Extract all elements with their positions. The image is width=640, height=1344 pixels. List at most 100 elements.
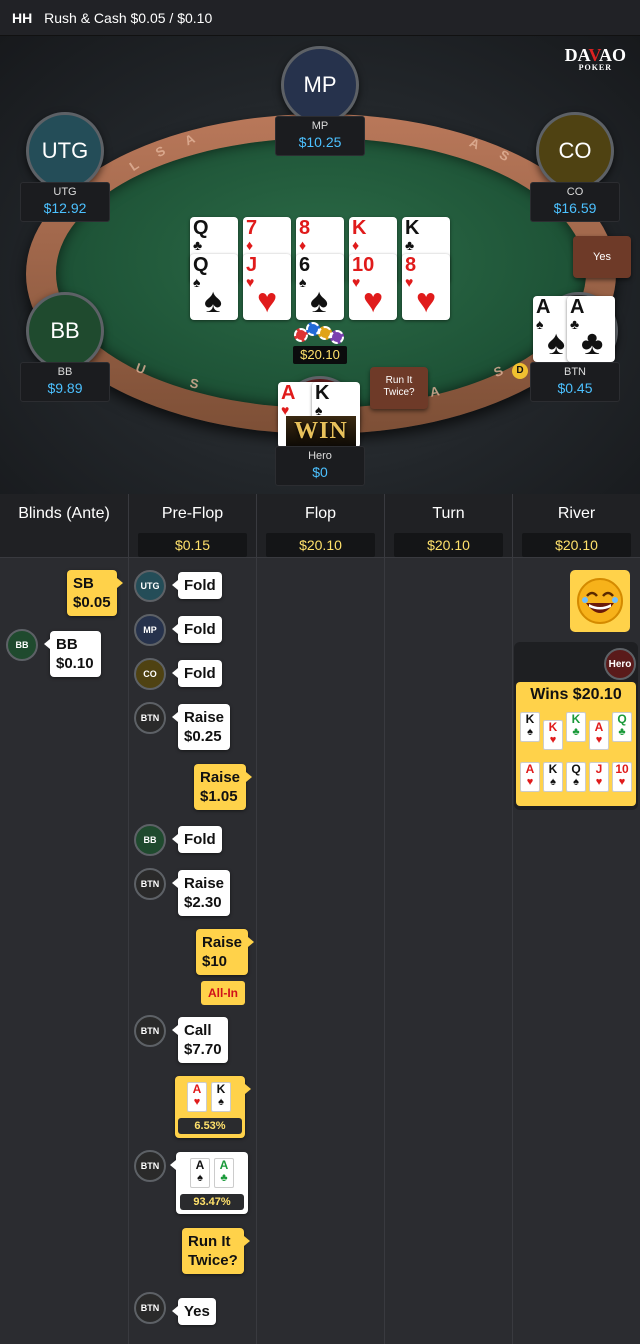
seat-name: CO <box>566 186 584 198</box>
seat-stack: $0.45 <box>557 380 593 396</box>
all-in-badge: All-In <box>201 981 245 1005</box>
mini-card: A ♠ <box>190 1158 210 1188</box>
mini-card: A ♥ <box>589 720 609 750</box>
mini-card: Q ♠ <box>566 762 586 792</box>
card-suit-icon: ♣ <box>405 237 415 253</box>
card-suit-icon: ♣ <box>570 316 580 332</box>
card-rank: 7 <box>246 217 258 239</box>
card-rank: Q <box>193 254 209 276</box>
card-suit-icon: ♣ <box>193 237 203 253</box>
seat-stack: $12.92 <box>43 200 87 216</box>
seat-mp-nameplate: MP $10.25 <box>275 116 365 156</box>
street-header: Blinds (Ante) <box>0 494 129 558</box>
laughing-emoji-icon <box>570 570 630 632</box>
win-summary: Wins $20.10 K ♠ K ♥ K ♣ A ♥ Q ♣ A ♥ K ♠ Q ♠ J ♥ 10 ♥ <box>516 682 636 806</box>
card-suit-icon: ♥ <box>281 402 290 418</box>
seat-name: MP <box>311 120 329 132</box>
seat-stack: $10.25 <box>298 134 342 150</box>
street-header: Flop $20.10 <box>257 494 385 558</box>
mini-card: J ♥ <box>589 762 609 792</box>
card-suit-icon: ♠ <box>315 402 323 418</box>
utg-badge: UTG <box>134 570 166 602</box>
mini-card: K ♠ <box>543 762 563 792</box>
card-rank: 8 <box>405 254 417 276</box>
bb-badge: BB <box>6 629 38 661</box>
street-title: Blinds (Ante) <box>18 505 110 522</box>
hand-history-label: HH <box>12 10 33 26</box>
seat-mp-avatar[interactable]: MP <box>281 46 359 124</box>
mini-card: 10 ♥ <box>612 762 632 792</box>
btn-badge: BTN <box>134 1292 166 1324</box>
seat-utg-nameplate: UTG $12.92 <box>20 182 110 222</box>
seat-btn-nameplate: BTN $0.45 <box>530 362 620 402</box>
btn-yes-bubble: Yes <box>172 1298 216 1325</box>
btn-badge: BTN <box>134 1015 166 1047</box>
run-it-twice-bubble: Run It Twice? <box>370 367 428 409</box>
yes-bubble: Yes <box>573 236 631 278</box>
card-rank: K <box>405 217 420 239</box>
card-suit-icon: ♠ <box>193 274 201 290</box>
btn-show-bubble: A ♠ A ♣ 93.47% <box>170 1152 248 1214</box>
hero-raise-bubble: Raise $10 <box>196 929 255 975</box>
river-result-panel: Hero Wins $20.10 K ♠ K ♥ K ♣ A ♥ Q ♣ A ♥ K ♠ Q ♠ J ♥ 10 ♥ <box>514 642 638 810</box>
hand-history-timeline: Blinds (Ante) Pre-Flop $0.15 Flop $20.10 Turn… <box>0 494 640 1344</box>
btn-card: A ♣ ♣ <box>567 296 615 362</box>
card-rank: 10 <box>352 254 375 276</box>
bb-fold-bubble: Fold <box>172 826 222 853</box>
street-title: Turn <box>432 505 465 522</box>
btn-call-bubble: Call $7.70 <box>172 1017 228 1063</box>
sb-post-bubble: SB $0.05 <box>67 570 123 616</box>
poker-table-view: A S L A S U S A S DAVAO POKER MP MP $10.… <box>0 36 640 494</box>
turn-column <box>385 558 513 1344</box>
wins-amount: Wins $20.10 <box>530 686 622 703</box>
street-header: Turn $20.10 <box>385 494 513 558</box>
btn-raise-bubble: Raise $0.25 <box>171 704 231 750</box>
street-title: Pre-Flop <box>161 505 224 522</box>
title-bar: HH Rush & Cash $0.05 / $0.10 <box>0 0 640 36</box>
card-suit-icon: ♣ <box>581 324 604 362</box>
mini-card: K ♠ <box>520 712 540 742</box>
card-rank: J <box>246 254 258 276</box>
seat-utg-avatar[interactable]: UTG <box>26 112 104 190</box>
card-suit-icon: ♥ <box>257 282 278 320</box>
street-pot: $20.10 <box>521 533 632 557</box>
seat-stack: $9.89 <box>47 380 83 396</box>
card-suit-icon: ♥ <box>416 282 437 320</box>
seat-name: UTG <box>53 186 77 198</box>
win-badge: WIN <box>286 416 356 446</box>
dealer-button: D <box>512 363 528 379</box>
card-rank: 6 <box>299 254 311 276</box>
co-badge: CO <box>134 658 166 690</box>
btn-badge: BTN <box>134 1150 166 1182</box>
bb-post-bubble: BB $0.10 <box>44 631 101 677</box>
mini-card: K ♠ <box>211 1082 231 1112</box>
card-suit-icon: ♦ <box>299 237 307 253</box>
card-suit-icon: ♦ <box>246 237 254 253</box>
pot-amount: $20.10 <box>293 346 347 364</box>
seat-name: BB <box>57 366 73 378</box>
btn-badge: BTN <box>134 868 166 900</box>
card-rank: 8 <box>299 217 311 239</box>
card-suit-icon: ♠ <box>536 316 544 332</box>
hero-show-bubble: A ♥ K ♠ 6.53% <box>175 1076 251 1138</box>
board-card: 10 ♥ ♥ <box>349 254 397 320</box>
board-card: Q ♠ ♠ <box>190 254 238 320</box>
utg-fold-bubble: Fold <box>172 572 222 599</box>
seat-stack: $16.59 <box>553 200 597 216</box>
card-suit-icon: ♥ <box>246 274 255 290</box>
mp-fold-bubble: Fold <box>172 616 222 643</box>
seat-name: BTN <box>564 366 586 378</box>
card-suit-icon: ♠ <box>299 274 307 290</box>
seat-co-avatar[interactable]: CO <box>536 112 614 190</box>
card-rank: Q <box>193 217 209 239</box>
card-suit-icon: ♥ <box>352 274 361 290</box>
davao-poker-logo: DAVAO POKER <box>564 45 626 72</box>
mini-card: K ♥ <box>543 720 563 750</box>
mp-badge: MP <box>134 614 166 646</box>
street-pot: $0.15 <box>137 533 248 557</box>
seat-bb-avatar[interactable]: BB <box>26 292 104 370</box>
co-fold-bubble: Fold <box>172 660 222 687</box>
street-pot: $20.10 <box>393 533 504 557</box>
hero-run-it-twice-bubble: Run It Twice? <box>182 1228 250 1274</box>
hero-raise-bubble: Raise $1.05 <box>194 764 253 810</box>
